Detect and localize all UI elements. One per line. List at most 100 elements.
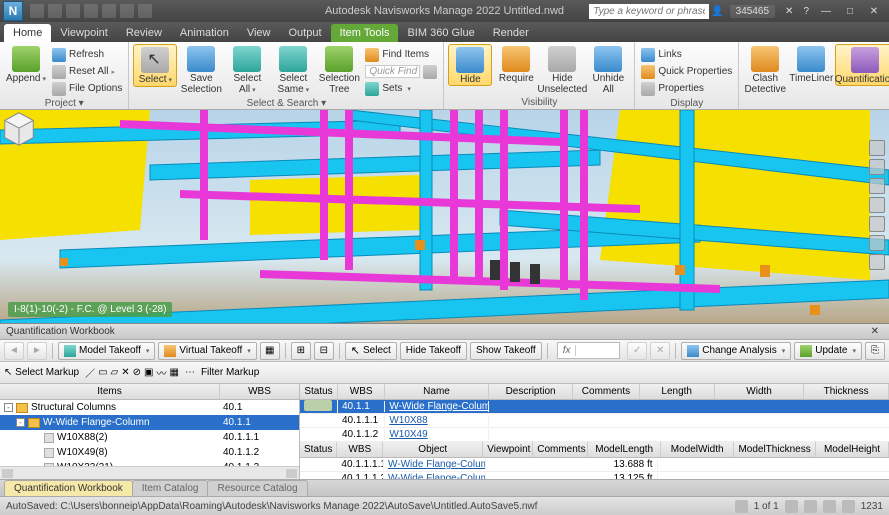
- save-selection-button[interactable]: Save Selection: [179, 44, 223, 95]
- properties-button[interactable]: Properties: [639, 80, 734, 97]
- tab-item-tools[interactable]: Item Tools: [331, 24, 399, 42]
- table-row[interactable]: 40.1.1.2W10X49: [300, 428, 889, 442]
- qt-export-button[interactable]: ⎘: [865, 342, 885, 360]
- qat-redo-icon[interactable]: [102, 4, 116, 18]
- g1-col-name[interactable]: Name: [385, 384, 488, 399]
- nav-pan-icon[interactable]: [869, 159, 885, 175]
- select-all-button[interactable]: Select All: [225, 44, 269, 96]
- table-row[interactable]: 40.1.1W-Wide Flange-Column: [300, 400, 889, 414]
- nav-walk-icon[interactable]: [869, 235, 885, 251]
- qat-select-icon[interactable]: [120, 4, 134, 18]
- qat-undo-icon[interactable]: [84, 4, 98, 18]
- filter-markup-button[interactable]: Filter Markup: [201, 367, 259, 378]
- g2-col-object[interactable]: Object: [383, 442, 483, 457]
- change-analysis-button[interactable]: Change Analysis: [681, 342, 791, 360]
- viewport-3d[interactable]: I-8(1)-10(-2) - F.C. @ Level 3 (-28): [0, 110, 889, 323]
- g1-col-desc[interactable]: Description: [489, 384, 574, 399]
- g1-col-thickness[interactable]: Thickness: [804, 384, 889, 399]
- tab-review[interactable]: Review: [117, 24, 171, 42]
- tab-bim-360-glue[interactable]: BIM 360 Glue: [398, 24, 483, 42]
- qat-print-icon[interactable]: [66, 4, 80, 18]
- nav-zoom-icon[interactable]: [869, 178, 885, 194]
- viewcube[interactable]: [0, 110, 38, 148]
- qat-open-icon[interactable]: [30, 4, 44, 18]
- tree-row[interactable]: W10X49(8)40.1.1.2: [0, 445, 299, 460]
- file-options-button[interactable]: File Options: [50, 80, 124, 97]
- hide-button[interactable]: Hide: [448, 44, 492, 86]
- g2-col-comments[interactable]: Comments: [533, 442, 588, 457]
- markup-rect-button[interactable]: ▭: [98, 367, 107, 378]
- fx-cancel-button[interactable]: ✕: [650, 342, 670, 360]
- nav-orbit-icon[interactable]: [869, 197, 885, 213]
- quick-find-input[interactable]: Quick Find: [363, 63, 439, 80]
- hide-takeoff-button[interactable]: Hide Takeoff: [400, 342, 467, 360]
- markup-count-button[interactable]: ✕: [121, 367, 129, 378]
- help-search-input[interactable]: [589, 4, 709, 19]
- g2-col-wbs[interactable]: WBS: [337, 442, 383, 457]
- tree-row[interactable]: -Structural Columns40.1: [0, 400, 299, 415]
- nav-wheel-icon[interactable]: [869, 140, 885, 156]
- app-logo[interactable]: N: [3, 1, 23, 21]
- tree-hscroll[interactable]: [0, 466, 299, 479]
- help-icon[interactable]: ?: [799, 6, 813, 17]
- g2-col-modelwidth[interactable]: ModelWidth: [661, 442, 734, 457]
- g2-col-modelheight[interactable]: ModelHeight: [816, 442, 889, 457]
- select-markup-button[interactable]: ↖ Select Markup: [4, 367, 79, 378]
- qtab-resource-catalog[interactable]: Resource Catalog: [207, 480, 307, 496]
- col-items[interactable]: Items: [0, 384, 219, 399]
- sets-button[interactable]: Sets: [363, 80, 439, 97]
- close-button[interactable]: ✕: [863, 3, 885, 19]
- markup-line-button[interactable]: ／: [85, 365, 95, 380]
- col-wbs[interactable]: WBS: [219, 384, 299, 399]
- g2-col-modellength[interactable]: ModelLength: [588, 442, 661, 457]
- pencil-icon[interactable]: [823, 500, 836, 513]
- sheet-prev-icon[interactable]: [735, 500, 748, 513]
- g2-col-status[interactable]: Status: [300, 442, 337, 457]
- formula-bar[interactable]: fx: [557, 342, 621, 359]
- markup-area-button[interactable]: ▱: [111, 367, 119, 378]
- qt-select-button[interactable]: ↖Select: [345, 342, 397, 360]
- hide-unselected-button[interactable]: Hide Unselected: [540, 44, 584, 95]
- g1-col-length[interactable]: Length: [640, 384, 715, 399]
- model-takeoff-button[interactable]: Model Takeoff: [58, 342, 155, 360]
- qt-expand-button[interactable]: ⊞: [291, 342, 311, 360]
- table-row[interactable]: 40.1.1.1.2W-Wide Flange-Column13.125 ft: [300, 472, 889, 479]
- tab-render[interactable]: Render: [484, 24, 538, 42]
- quick-properties-button[interactable]: Quick Properties: [639, 63, 734, 80]
- tab-animation[interactable]: Animation: [171, 24, 238, 42]
- tab-output[interactable]: Output: [280, 24, 331, 42]
- reset-all-button[interactable]: Reset All▸: [50, 63, 124, 80]
- tab-view[interactable]: View: [238, 24, 280, 42]
- panel-close-icon[interactable]: ✕: [867, 326, 883, 337]
- append-button[interactable]: Append: [4, 44, 48, 85]
- markup-polyline-button[interactable]: 〰: [156, 365, 166, 380]
- g1-col-width[interactable]: Width: [715, 384, 804, 399]
- table-row[interactable]: 40.1.1.1.1W-Wide Flange-Column13.688 ft: [300, 458, 889, 472]
- qt-nav-back-button[interactable]: ◄: [4, 342, 24, 360]
- markup-bucket-button[interactable]: ▣: [144, 367, 153, 378]
- timeliner-button[interactable]: TimeLiner: [789, 44, 833, 84]
- nav-select-icon[interactable]: [869, 254, 885, 270]
- links-button[interactable]: Links: [639, 46, 734, 63]
- g1-col-wbs[interactable]: WBS: [338, 384, 385, 399]
- disk-icon[interactable]: [804, 500, 817, 513]
- qtab-quantification-workbook[interactable]: Quantification Workbook: [4, 480, 133, 496]
- markup-quickbox-button[interactable]: ▦: [169, 367, 178, 378]
- require-button[interactable]: Require: [494, 44, 538, 84]
- qat-save-icon[interactable]: [48, 4, 62, 18]
- sheet-next-icon[interactable]: [785, 500, 798, 513]
- tab-viewpoint[interactable]: Viewpoint: [51, 24, 117, 42]
- nav-look-icon[interactable]: [869, 216, 885, 232]
- clash-detective-button[interactable]: Clash Detective: [743, 44, 787, 95]
- exchange-icon[interactable]: ✕: [781, 6, 797, 17]
- expander-icon[interactable]: -: [4, 403, 13, 412]
- markup-backout-button[interactable]: ⊘: [133, 367, 141, 378]
- refresh-button[interactable]: Refresh: [50, 46, 124, 63]
- select-button[interactable]: ↖Select: [133, 44, 177, 87]
- unhide-all-button[interactable]: Unhide All: [586, 44, 630, 95]
- signin-icon[interactable]: 👤: [711, 6, 723, 17]
- tab-home[interactable]: Home: [4, 24, 51, 42]
- tree-row[interactable]: W10X88(2)40.1.1.1: [0, 430, 299, 445]
- quantification-button[interactable]: Quantification: [835, 44, 889, 86]
- find-items-button[interactable]: Find Items: [363, 46, 439, 63]
